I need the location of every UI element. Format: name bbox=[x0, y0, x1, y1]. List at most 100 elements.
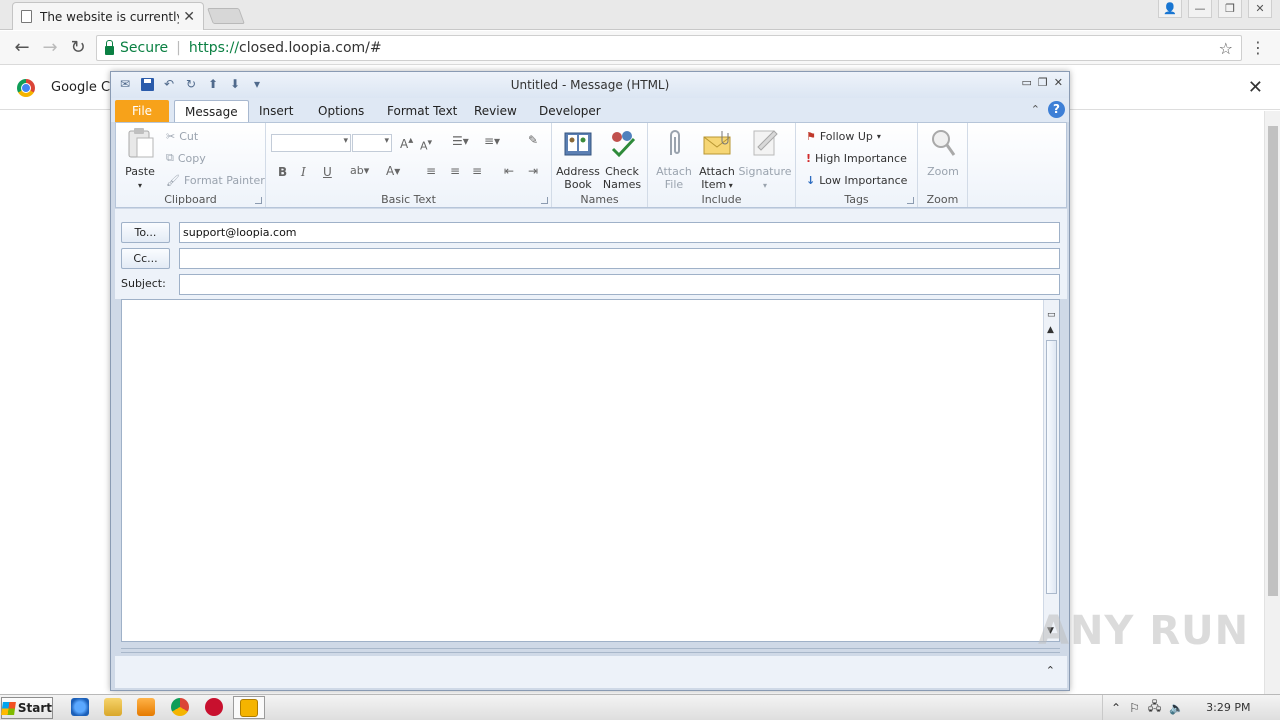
attach-file-button[interactable]: Attach File bbox=[652, 127, 696, 191]
user-icon[interactable]: 👤 bbox=[1158, 0, 1182, 18]
tab-insert[interactable]: Insert bbox=[249, 100, 303, 122]
ribbon-tabs: File Message Insert Options Format Text … bbox=[111, 98, 1069, 122]
check-names-label-1: Check bbox=[605, 165, 639, 178]
underline-icon[interactable]: U bbox=[323, 165, 332, 179]
tab-file[interactable]: File bbox=[115, 100, 169, 122]
chrome-taskbar-icon[interactable] bbox=[171, 698, 189, 716]
bullets-icon[interactable]: ☰▾ bbox=[452, 134, 469, 148]
internet-explorer-icon[interactable] bbox=[71, 698, 89, 716]
cut-button[interactable]: ✂ Cut bbox=[166, 127, 198, 145]
message-body-scrollbar[interactable]: ▭ ▲ ▼ bbox=[1043, 300, 1059, 641]
attach-file-label-2: File bbox=[664, 178, 684, 191]
page-scrollbar[interactable] bbox=[1264, 111, 1280, 694]
signature-button[interactable]: Signature ▾ bbox=[738, 127, 792, 192]
tab-format-text[interactable]: Format Text bbox=[377, 100, 467, 122]
clock[interactable]: 3:29 PM bbox=[1206, 701, 1250, 714]
network-icon[interactable]: 🖧 bbox=[1148, 697, 1161, 718]
align-right-icon[interactable]: ≡ bbox=[472, 164, 482, 178]
restore-icon[interactable]: ❐ bbox=[1218, 0, 1242, 18]
paste-dropdown-icon[interactable]: ▾ bbox=[138, 181, 142, 190]
tab-options[interactable]: Options bbox=[308, 100, 374, 122]
new-tab-button[interactable] bbox=[207, 8, 245, 24]
cc-button[interactable]: Cc... bbox=[121, 248, 170, 269]
high-importance-button[interactable]: ! High Importance bbox=[806, 149, 907, 167]
tab-review[interactable]: Review bbox=[464, 100, 527, 122]
page-scroll-thumb[interactable] bbox=[1268, 126, 1278, 596]
start-button[interactable]: Start bbox=[1, 697, 53, 719]
reload-icon[interactable]: ↻ bbox=[66, 37, 90, 58]
message-close-icon[interactable]: ✕ bbox=[1054, 76, 1063, 89]
bookmark-star-icon[interactable]: ☆ bbox=[1219, 39, 1233, 58]
url-text: closed.loopia.com/# bbox=[239, 40, 382, 56]
shrink-font-icon[interactable]: A▾ bbox=[420, 137, 432, 153]
numbering-icon[interactable]: ≡▾ bbox=[484, 134, 500, 148]
zoom-group: Zoom Zoom bbox=[918, 123, 968, 207]
align-center-icon[interactable]: ≡ bbox=[450, 164, 460, 178]
clipboard-launcher-icon[interactable] bbox=[255, 197, 262, 204]
paste-button[interactable]: Paste ▾ bbox=[122, 127, 158, 192]
clear-formatting-icon[interactable]: ✎ bbox=[528, 133, 538, 147]
address-book-button[interactable]: Address Book bbox=[556, 127, 600, 191]
bold-icon[interactable]: B bbox=[278, 165, 287, 179]
copy-icon: ⧉ bbox=[166, 151, 174, 164]
to-button[interactable]: To... bbox=[121, 222, 170, 243]
decrease-indent-icon[interactable]: ⇤ bbox=[504, 164, 514, 178]
tab-title: The website is currently not bbox=[40, 9, 180, 24]
font-color-icon[interactable]: A▾ bbox=[386, 164, 400, 178]
outlook-icon bbox=[240, 699, 258, 717]
help-icon[interactable]: ? bbox=[1048, 101, 1065, 118]
browser-menu-icon[interactable]: ⋮ bbox=[1250, 38, 1266, 57]
back-icon[interactable]: ← bbox=[10, 37, 34, 58]
align-left-icon[interactable]: ≡ bbox=[426, 164, 436, 178]
message-body-scroll-thumb[interactable] bbox=[1046, 340, 1057, 594]
infobar-close-icon[interactable]: ✕ bbox=[1248, 77, 1263, 98]
increase-indent-icon[interactable]: ⇥ bbox=[528, 164, 538, 178]
cc-field[interactable] bbox=[179, 248, 1060, 269]
address-bar[interactable]: Secure | https:// closed.loopia.com/# ☆ bbox=[96, 35, 1242, 61]
attach-item-button[interactable]: Attach Item ▾ bbox=[696, 127, 738, 192]
italic-icon[interactable]: I bbox=[301, 165, 306, 179]
close-icon[interactable]: ✕ bbox=[1248, 0, 1272, 18]
secure-label: Secure bbox=[120, 40, 169, 56]
grow-font-icon[interactable]: A▴ bbox=[400, 135, 413, 151]
message-restore-icon[interactable]: ❐ bbox=[1038, 76, 1048, 89]
low-importance-button[interactable]: ↓ Low Importance bbox=[806, 171, 907, 189]
browser-tab[interactable]: The website is currently not ✕ bbox=[12, 2, 204, 30]
ruler-toggle-icon[interactable]: ▭ bbox=[1047, 310, 1056, 320]
volume-icon[interactable]: 🔈 bbox=[1169, 701, 1184, 715]
zoom-button[interactable]: Zoom bbox=[922, 127, 964, 178]
tab-developer[interactable]: Developer bbox=[529, 100, 611, 122]
paperclip-icon bbox=[670, 130, 680, 155]
zoom-label: Zoom bbox=[927, 165, 959, 178]
font-name-combo[interactable] bbox=[271, 134, 351, 152]
minimize-icon[interactable]: — bbox=[1188, 0, 1212, 18]
forward-icon[interactable]: → bbox=[38, 37, 62, 58]
attach-item-label-2: Item bbox=[701, 178, 727, 191]
copy-button[interactable]: ⧉ Copy bbox=[166, 149, 206, 167]
expand-people-pane-icon[interactable]: ⌃ bbox=[1046, 664, 1055, 677]
tab-message[interactable]: Message bbox=[174, 100, 249, 122]
message-minimize-icon[interactable]: ▭ bbox=[1022, 76, 1032, 89]
action-center-flag-icon[interactable]: ⚐ bbox=[1129, 701, 1140, 715]
follow-up-button[interactable]: ⚑ Follow Up ▾ bbox=[806, 127, 881, 145]
tags-launcher-icon[interactable] bbox=[907, 197, 914, 204]
low-importance-icon: ↓ bbox=[806, 173, 816, 187]
media-player-icon[interactable] bbox=[137, 698, 155, 716]
basic-text-launcher-icon[interactable] bbox=[541, 197, 548, 204]
subject-field[interactable] bbox=[179, 274, 1060, 295]
file-explorer-icon[interactable] bbox=[104, 698, 122, 716]
cut-label: Cut bbox=[179, 129, 199, 143]
tray-expand-icon[interactable]: ⌃ bbox=[1111, 701, 1121, 715]
minimize-ribbon-icon[interactable]: ⌃ bbox=[1031, 103, 1040, 116]
tab-close-icon[interactable]: ✕ bbox=[183, 9, 195, 25]
check-names-button[interactable]: Check Names bbox=[602, 127, 642, 191]
start-label: Start bbox=[17, 701, 52, 715]
highlight-icon[interactable]: ab▾ bbox=[350, 164, 369, 177]
to-field[interactable]: support@loopia.com bbox=[179, 222, 1060, 243]
scroll-up-icon[interactable]: ▲ bbox=[1047, 325, 1054, 335]
format-painter-button[interactable]: 🖌 Format Painter bbox=[166, 171, 265, 189]
opera-icon[interactable] bbox=[205, 698, 223, 716]
message-body[interactable]: ▭ ▲ ▼ bbox=[121, 299, 1060, 642]
font-size-combo[interactable] bbox=[352, 134, 392, 152]
outlook-taskbar-button[interactable] bbox=[233, 696, 265, 719]
